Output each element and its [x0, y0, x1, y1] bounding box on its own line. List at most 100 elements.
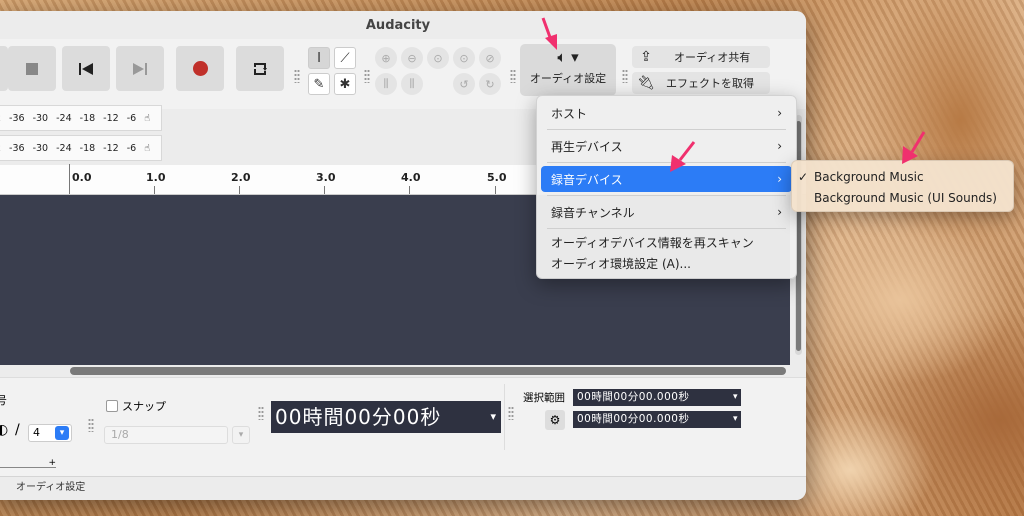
menu-separator [547, 228, 786, 229]
stop-button[interactable] [8, 46, 56, 91]
ruler-tick [324, 186, 325, 194]
multi-tool[interactable]: ✱ [334, 73, 356, 95]
time-display[interactable]: 00時間00分00秒 ▾ [271, 401, 501, 433]
selection-tool[interactable]: I [308, 47, 330, 69]
submenu-item-background-music-ui-sounds[interactable]: Background Music (UI Sounds) [792, 187, 1013, 208]
toolbar-grip[interactable] [258, 406, 264, 420]
silence-button[interactable]: ⫼ [401, 73, 423, 95]
time-signature-select[interactable]: 4 ▾ [28, 424, 72, 442]
playback-meter[interactable]: 2 -36 -30 -24 -18 -12 -6 ☝ [0, 105, 162, 131]
tempo-label-fragment: 号 [0, 394, 7, 407]
toolbar-grip[interactable] [88, 418, 94, 432]
hand-icon: ☝ [144, 142, 150, 154]
meter-tick: -12 [103, 112, 119, 124]
audio-setup-menu: ホスト › 再生デバイス › 録音デバイス › 録音チャンネル › オーディオデ… [536, 95, 797, 279]
fit-project-icon: ⊙ [459, 51, 469, 65]
skip-to-end-button[interactable] [116, 46, 164, 91]
asterisk-icon: ✱ [339, 76, 351, 92]
beat-ruler: + [0, 458, 56, 468]
zoom-toggle-button[interactable]: ⊘ [479, 47, 501, 69]
menu-separator [547, 195, 786, 196]
menu-item-host[interactable]: ホスト › [541, 100, 792, 126]
envelope-tool[interactable]: ⟋ [334, 47, 356, 69]
toolbar-grip[interactable] [508, 406, 514, 420]
time-value: 00時間00分00秒 [275, 405, 442, 429]
redo-button[interactable]: ↻ [479, 73, 501, 95]
meter-tick: 2 [0, 143, 1, 154]
snap-dropdown[interactable]: ▾ [232, 426, 250, 444]
undo-button[interactable]: ↺ [453, 73, 475, 95]
submenu-item-background-music[interactable]: ✓ Background Music [792, 166, 1013, 187]
menu-item-label: オーディオ環境設定 (A)... [551, 257, 691, 271]
get-effects-button[interactable]: 🔌︎ エフェクトを取得 [632, 72, 770, 94]
meter-tick: -36 [9, 112, 25, 124]
ruler-tick [154, 186, 155, 194]
record-meter[interactable]: 2 -36 -30 -24 -18 -12 -6 ☝ [0, 135, 162, 161]
stepper-icon[interactable]: ◐ [0, 422, 8, 438]
meter-tick: -30 [32, 142, 49, 154]
caret-down-icon: ▾ [732, 392, 738, 402]
chevron-right-icon: › [777, 106, 782, 120]
menu-item-recording-device[interactable]: 録音デバイス › [541, 166, 792, 192]
horizontal-scrollbar[interactable] [70, 367, 786, 375]
toolbar-grip[interactable] [622, 69, 628, 83]
gear-icon[interactable]: ⚙ [545, 410, 565, 430]
submenu-item-label: Background Music (UI Sounds) [814, 190, 997, 205]
meter-tick: -12 [103, 142, 119, 154]
selection-label: 選択範囲 [523, 392, 565, 404]
ruler-tick [409, 186, 410, 194]
selection-end-value: 00時間00分00.000秒 [577, 413, 690, 425]
zoom-in-button[interactable]: ⊕ [375, 47, 397, 69]
get-effects-label: エフェクトを取得 [666, 77, 754, 90]
share-audio-button[interactable]: ⇪ オーディオ共有 [632, 46, 770, 68]
record-button[interactable] [176, 46, 224, 91]
draw-tool[interactable]: ✎ [308, 73, 330, 95]
toolbar-grip[interactable] [510, 69, 516, 83]
menu-item-label: ホスト [551, 106, 588, 121]
pause-button[interactable] [0, 46, 8, 91]
share-icon: ⇪ [640, 49, 652, 65]
snap-checkbox[interactable] [106, 400, 118, 412]
loop-button[interactable] [236, 46, 284, 91]
menu-item-recording-channels[interactable]: 録音チャンネル › [541, 199, 792, 225]
fit-selection-icon: ⊙ [433, 51, 443, 65]
audio-setup-button[interactable]: 🔈︎ ▾ オーディオ設定 [520, 44, 616, 96]
caret-down-icon: ▾ [732, 414, 738, 424]
meter-tick: -18 [79, 142, 96, 154]
skip-to-start-button[interactable] [62, 46, 110, 91]
meter-tick: -18 [79, 112, 96, 124]
ruler-start-line [69, 164, 70, 194]
record-icon [192, 61, 208, 76]
menu-separator [547, 162, 786, 163]
fit-selection-button[interactable]: ⊙ [427, 47, 449, 69]
toolbar-grip[interactable] [294, 69, 300, 83]
stop-icon [26, 62, 38, 75]
speaker-icon: 🔈︎ ▾ [557, 48, 579, 66]
ruler-tick [495, 186, 496, 194]
selection-start-display[interactable]: 00時間00分00.000秒 ▾ [573, 389, 741, 406]
zoom-toggle-icon: ⊘ [485, 51, 495, 65]
meter-tick: -6 [126, 112, 137, 124]
trim-icon: ⫼ [383, 77, 389, 90]
status-text: オーディオ設定 [16, 482, 86, 493]
meter-tick: -24 [56, 142, 72, 154]
ruler-label: 0.0 [72, 171, 92, 184]
trim-button[interactable]: ⫼ [375, 73, 397, 95]
hand-icon: ☝ [144, 112, 150, 124]
caret-down-icon: ▾ [490, 410, 497, 423]
silence-icon: ⫼ [409, 77, 415, 90]
chevron-right-icon: › [777, 205, 782, 219]
menu-item-audio-preferences[interactable]: オーディオ環境設定 (A)... [541, 253, 792, 274]
meter-tick: -6 [126, 142, 137, 154]
time-signature-value: 4 [33, 426, 40, 439]
ruler-label: 2.0 [231, 171, 251, 184]
selection-end-display[interactable]: 00時間00分00.000秒 ▾ [573, 411, 741, 428]
toolbar-grip[interactable] [364, 69, 370, 83]
menu-item-playback-device[interactable]: 再生デバイス › [541, 133, 792, 159]
zoom-out-button[interactable]: ⊖ [401, 47, 423, 69]
menu-item-rescan-devices[interactable]: オーディオデバイス情報を再スキャン [541, 232, 792, 253]
snap-select[interactable]: 1/8 [104, 426, 228, 444]
fit-project-button[interactable]: ⊙ [453, 47, 475, 69]
meter-tick: -36 [9, 142, 25, 154]
pencil-icon: ✎ [313, 76, 325, 92]
